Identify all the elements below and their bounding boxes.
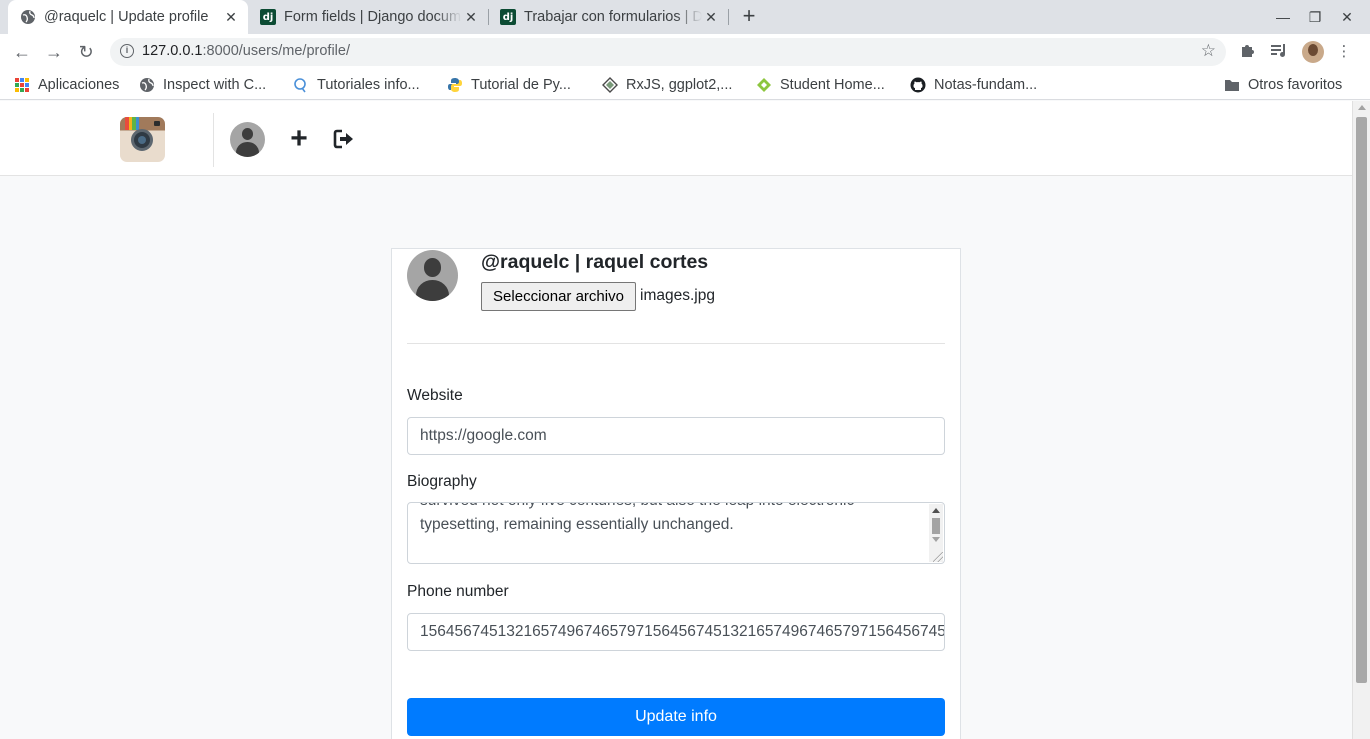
user-avatar-icon[interactable] [230,122,265,157]
tab-trabajar-formularios[interactable]: dj Trabajar con formularios | Documentac… [488,0,728,34]
close-tab-icon[interactable]: ✕ [702,8,720,26]
browser-tabstrip: @raquelc | Update profile ✕ dj Form fiel… [0,0,1370,34]
bubble-icon [293,77,309,93]
bookmark-label: Tutorial de Py... [471,77,571,93]
selected-file-name: images.jpg [640,287,715,304]
profile-header: @raquelc | raquel cortes [481,251,709,273]
camera-lens-icon [131,129,153,151]
folder-icon [1224,77,1240,93]
phone-number-input[interactable]: 1564567451321657496746579715645674513216… [407,613,945,651]
scroll-down-arrow-icon[interactable] [932,537,940,542]
minimize-icon[interactable]: — [1272,6,1294,28]
window-close-icon[interactable]: ✕ [1336,6,1358,28]
tab-separator [728,9,729,25]
divider [407,343,945,344]
bookmarks-bar: Aplicaciones Inspect with C... Tutoriale… [0,70,1370,100]
instagram-camera-logo[interactable] [120,117,165,162]
bookmark-student-home[interactable]: Student Home... [756,76,885,94]
media-queue-icon[interactable] [1269,42,1289,62]
menu-kebab-icon[interactable]: ⋮ [1334,42,1354,62]
bookmark-label: Student Home... [780,77,885,93]
back-arrow-icon[interactable]: ← [10,40,34,64]
scroll-up-arrow-icon[interactable] [932,508,940,513]
scroll-thumb[interactable] [932,518,940,534]
website-label: Website [407,387,463,404]
bookmark-label: Inspect with C... [163,77,267,93]
phone-number-label: Phone number [407,583,509,600]
bookmark-rxjs[interactable]: RxJS, ggplot2,... [602,76,732,94]
tab-update-profile[interactable]: @raquelc | Update profile ✕ [8,0,248,34]
profile-avatar [407,250,458,301]
update-info-button[interactable]: Update info [407,698,945,736]
bookmark-otros-favoritos[interactable]: Otros favoritos [1224,76,1342,94]
apps-grid-icon [14,77,30,93]
github-icon [910,77,926,93]
website-input[interactable]: https://google.com [407,417,945,455]
scroll-thumb[interactable] [1356,117,1367,683]
django-icon: dj [500,9,516,25]
bookmark-label: RxJS, ggplot2,... [626,77,733,93]
address-bar[interactable]: i 127.0.0.1:8000/users/me/profile/ ☆ [110,38,1226,66]
biography-text: It has survived five centuries of the in… [420,503,854,533]
django-icon: dj [260,9,276,25]
extensions-puzzle-icon[interactable] [1237,42,1257,62]
profile-form-card: @raquelc | raquel cortes Seleccionar arc… [391,248,961,739]
bookmark-label: Aplicaciones [38,77,120,93]
url-text[interactable]: 127.0.0.1:8000/users/me/profile/ [142,43,350,59]
tab-title: Trabajar con formularios | Documentación [524,9,702,25]
python-icon [447,77,463,93]
bookmark-inspect[interactable]: Inspect with C... [139,76,266,94]
student-icon [756,77,772,93]
info-icon[interactable]: i [120,44,134,58]
bookmark-tutoriales[interactable]: Tutoriales info... [293,76,420,94]
globe-icon [139,77,155,93]
resize-grip-icon[interactable] [933,552,943,562]
close-tab-icon[interactable]: ✕ [222,8,240,26]
bookmark-notas[interactable]: Notas-fundam... [910,76,1037,94]
logout-icon[interactable] [332,127,356,151]
restore-icon[interactable]: ❐ [1304,6,1326,28]
bookmark-label: Notas-fundam... [934,77,1038,93]
diamond-icon [602,77,618,93]
reload-icon[interactable]: ↻ [74,40,98,64]
camera-flash-icon [154,121,160,126]
forward-arrow-icon[interactable]: → [42,40,66,64]
new-tab-button[interactable]: + [737,5,761,28]
bookmark-label: Otros favoritos [1248,77,1343,93]
add-post-plus-icon[interactable]: + [287,124,311,154]
site-navbar: + [0,101,1352,176]
bookmark-python[interactable]: Tutorial de Py... [447,76,571,94]
page-scrollbar[interactable] [1352,101,1370,739]
navbar-divider [213,113,214,167]
globe-icon [20,9,36,25]
tab-title: Form fields | Django documentation [284,9,462,25]
bookmark-star-icon[interactable]: ☆ [1201,41,1216,61]
logo-stripes [125,117,139,130]
browser-toolbar: ← → ↻ i 127.0.0.1:8000/users/me/profile/… [0,34,1370,70]
bookmark-label: Tutoriales info... [317,77,420,93]
scroll-up-arrow-icon[interactable] [1358,105,1366,110]
tab-title: @raquelc | Update profile [44,9,209,25]
page-viewport: + @raquelc | raquel cortes Seleccionar a… [0,101,1352,739]
tab-form-fields[interactable]: dj Form fields | Django documentation ✕ [248,0,488,34]
profile-avatar[interactable] [1302,41,1324,63]
biography-label: Biography [407,473,477,490]
bookmark-aplicaciones[interactable]: Aplicaciones [14,76,119,94]
biography-textarea[interactable]: It has survived five centuries of the in… [407,502,945,564]
choose-file-button[interactable]: Seleccionar archivo [481,282,636,311]
close-tab-icon[interactable]: ✕ [462,8,480,26]
